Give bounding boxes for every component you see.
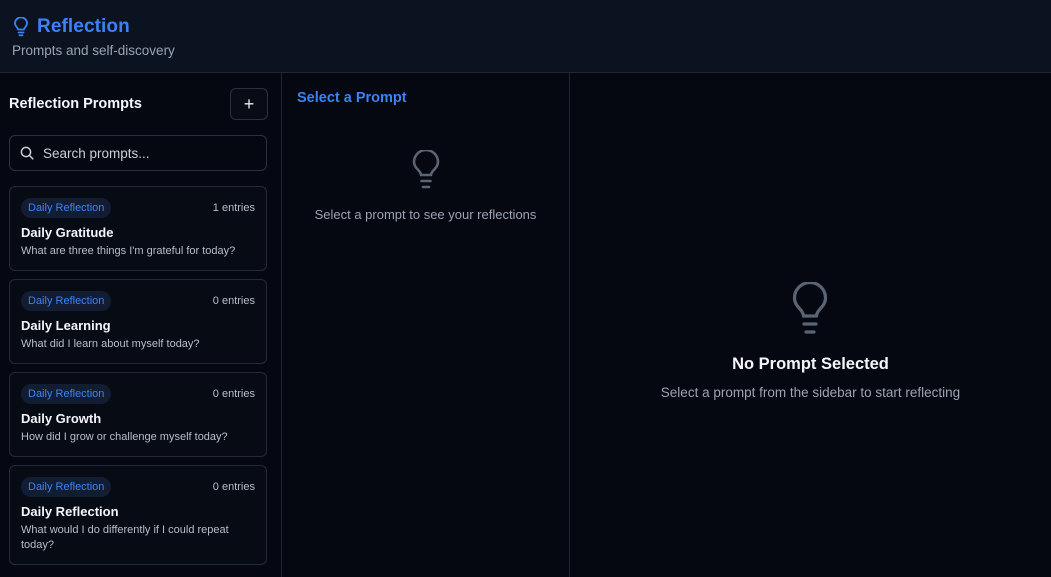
entries-count: 1 entries (212, 202, 255, 214)
app-title: Reflection (37, 16, 130, 37)
reflections-panel-title: Select a Prompt (297, 90, 407, 106)
reflections-panel: Select a Prompt Select a prompt to see y… (282, 73, 570, 577)
search-icon (20, 146, 34, 160)
prompt-question: What are three things I'm grateful for t… (21, 245, 236, 257)
prompt-title: Daily Learning (21, 318, 111, 333)
empty-state-text: Select a prompt from the sidebar to star… (660, 385, 961, 400)
app-header: Reflection Prompts and self-discovery (0, 0, 1051, 73)
entries-count: 0 entries (212, 388, 255, 400)
prompt-question: What would I do differently if I could r… (21, 524, 229, 551)
prompt-title: Daily Gratitude (21, 225, 114, 240)
content-area: Reflection Prompts + Daily Reflection 1 (0, 73, 1051, 577)
main-empty-state: No Prompt Selected Select a prompt from … (661, 282, 960, 400)
prompt-card[interactable]: Daily Reflection 0 entries Daily Growth … (9, 372, 267, 457)
category-badge: Daily Reflection (21, 477, 112, 497)
category-badge: Daily Reflection (21, 384, 112, 404)
main-panel: No Prompt Selected Select a prompt from … (570, 73, 1051, 577)
entries-count: 0 entries (212, 295, 255, 307)
search-input[interactable] (43, 145, 256, 161)
lightbulb-icon (13, 17, 31, 37)
prompt-question: How did I grow or challenge myself today… (21, 431, 228, 443)
prompt-title: Daily Growth (21, 411, 102, 426)
app-subtitle: Prompts and self-discovery (12, 43, 175, 58)
prompt-question: What did I learn about myself today? (21, 338, 200, 350)
prompt-card[interactable]: Daily Reflection 0 entries Daily Reflect… (9, 465, 267, 565)
entries-count: 0 entries (212, 481, 255, 493)
sidebar-title: Reflection Prompts (9, 96, 142, 112)
category-badge: Daily Reflection (21, 291, 112, 311)
brand: Reflection (12, 15, 1039, 39)
search-box[interactable] (9, 135, 267, 171)
plus-icon: + (243, 94, 255, 114)
prompt-card[interactable]: Daily Reflection 1 entries Daily Gratitu… (9, 186, 267, 271)
category-badge: Daily Reflection (21, 198, 112, 218)
reflections-empty-text: Select a prompt to see your reflections (314, 207, 537, 222)
prompts-sidebar: Reflection Prompts + Daily Reflection 1 (0, 73, 282, 577)
app-root: Reflection Prompts and self-discovery Re… (0, 0, 1051, 577)
add-prompt-button[interactable]: + (230, 88, 268, 120)
prompt-card[interactable]: Daily Reflection 0 entries Daily Learnin… (9, 279, 267, 364)
lightbulb-icon (412, 150, 440, 190)
reflections-empty-state: Select a prompt to see your reflections (297, 150, 554, 222)
empty-state-title: No Prompt Selected (732, 355, 889, 373)
sidebar-header: Reflection Prompts + (9, 73, 268, 135)
prompt-title: Daily Reflection (21, 504, 119, 519)
lightbulb-icon (792, 282, 828, 336)
